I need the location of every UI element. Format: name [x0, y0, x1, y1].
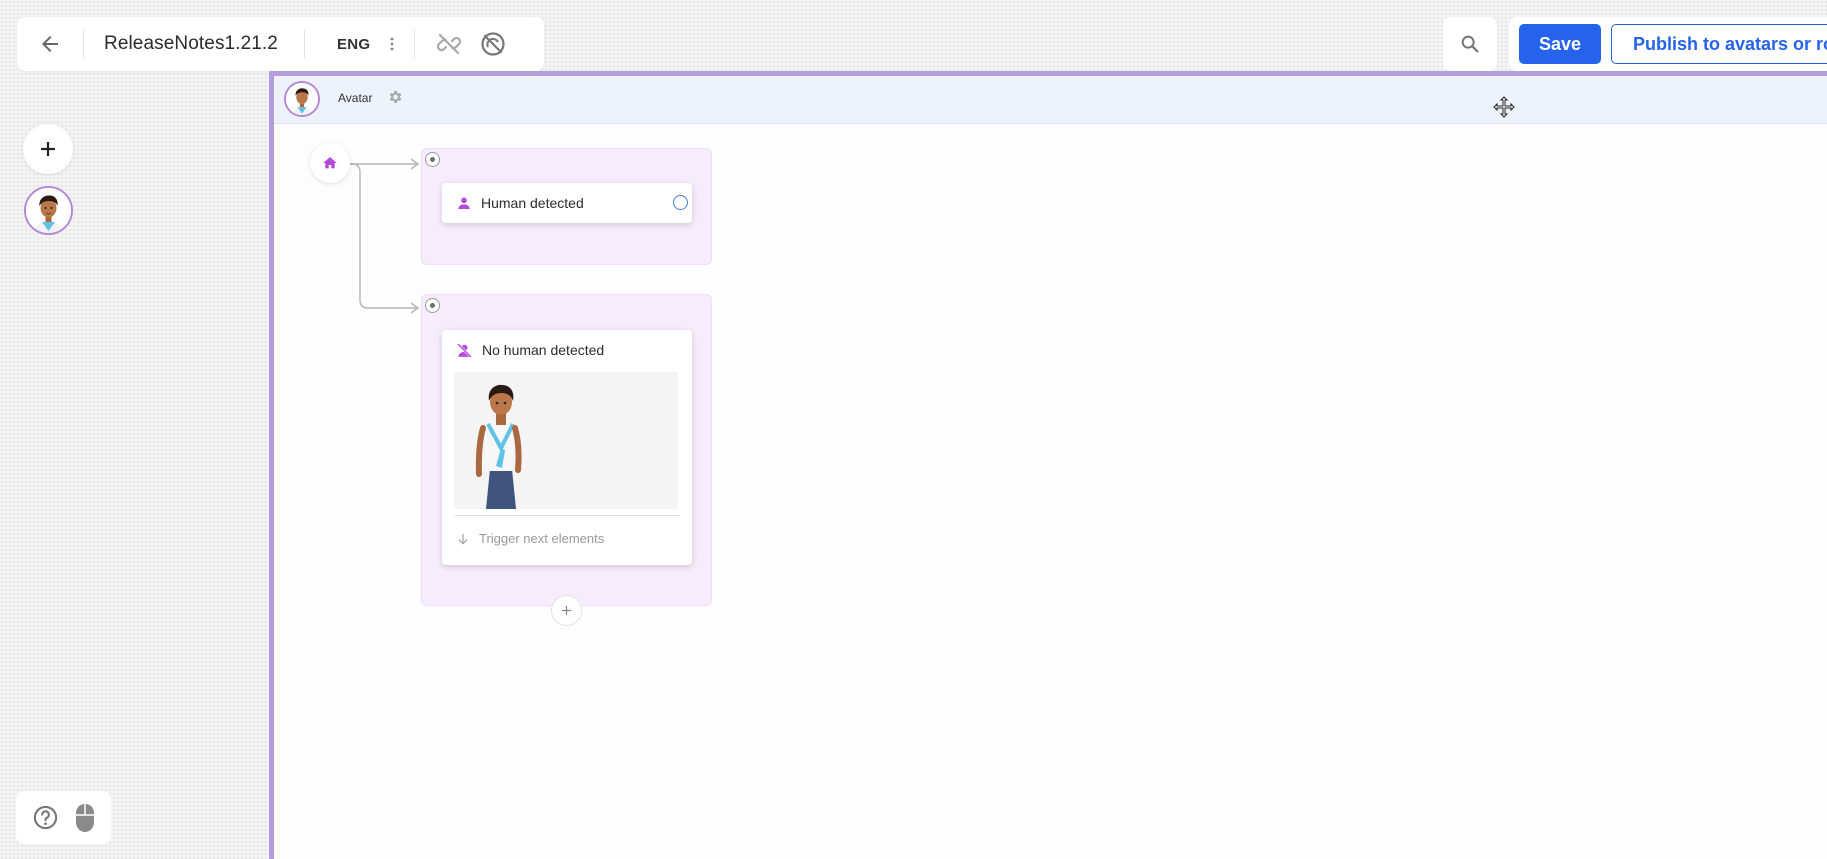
trigger-card-no-human-detected[interactable]: No human detected Trigger next elements	[442, 330, 692, 565]
language-selector[interactable]: ENG	[305, 36, 370, 53]
project-title: ReleaseNotes1.21.2	[104, 33, 278, 54]
speed-toggle-button[interactable]	[471, 17, 515, 71]
avatar-portrait-icon	[26, 188, 71, 233]
help-button[interactable]	[32, 804, 59, 831]
avatar-portrait-icon	[286, 83, 318, 115]
node-group[interactable]: No human detected Trigger next elements	[421, 294, 712, 626]
save-button[interactable]: Save	[1519, 24, 1601, 64]
arrow-down-icon	[456, 532, 470, 546]
link-off-icon	[437, 33, 462, 55]
search-button[interactable]	[1443, 17, 1497, 71]
toolbar-divider	[414, 29, 416, 59]
node-status-indicator	[673, 195, 688, 210]
node-group[interactable]: Human detected	[421, 148, 712, 265]
gear-icon	[389, 91, 402, 103]
avatar[interactable]	[24, 186, 73, 235]
bottom-tools	[16, 791, 111, 844]
flow-canvas[interactable]: Avatar Human detected No human detected …	[269, 71, 1827, 859]
arrow-back-icon	[42, 36, 58, 52]
avatar-figure-icon	[454, 372, 678, 509]
start-node[interactable]	[310, 143, 350, 183]
trigger-next-label: Trigger next elements	[479, 531, 605, 546]
mouse-icon	[75, 803, 94, 832]
card-title: No human detected	[482, 342, 605, 358]
plus-icon	[561, 605, 572, 616]
top-toolbar: ReleaseNotes1.21.2 ENG	[17, 17, 544, 71]
language-more-button[interactable]	[370, 17, 414, 71]
publish-button[interactable]: Publish to avatars or robots	[1611, 24, 1827, 64]
move-handle[interactable]	[1493, 96, 1515, 118]
card-divider	[454, 515, 680, 516]
move-icon	[1493, 96, 1515, 118]
trigger-next-elements[interactable]: Trigger next elements	[456, 531, 604, 546]
mouse-mode-button[interactable]	[74, 803, 96, 833]
add-element-button[interactable]	[551, 595, 582, 626]
person-icon	[456, 195, 472, 211]
add-avatar-button[interactable]	[23, 124, 73, 174]
more-vertical-icon	[390, 37, 394, 51]
action-bar: Save Publish to avatars or robots	[1509, 17, 1827, 71]
canvas-header: Avatar	[274, 76, 1827, 124]
person-off-icon	[456, 342, 473, 359]
header-avatar[interactable]	[284, 81, 320, 117]
home-icon	[323, 157, 337, 169]
trigger-card-human-detected[interactable]: Human detected	[442, 183, 692, 223]
input-port[interactable]	[425, 298, 440, 313]
help-icon	[33, 805, 57, 830]
avatar-preview	[454, 372, 678, 509]
header-avatar-name: Avatar	[338, 91, 373, 105]
link-toggle-button[interactable]	[427, 17, 471, 71]
card-title: Human detected	[481, 195, 584, 211]
back-button[interactable]	[17, 17, 83, 71]
avatar-settings-button[interactable]	[387, 89, 403, 105]
input-port[interactable]	[425, 152, 440, 167]
speed-off-icon	[481, 32, 505, 56]
plus-icon	[41, 142, 55, 156]
search-icon	[1461, 35, 1479, 53]
